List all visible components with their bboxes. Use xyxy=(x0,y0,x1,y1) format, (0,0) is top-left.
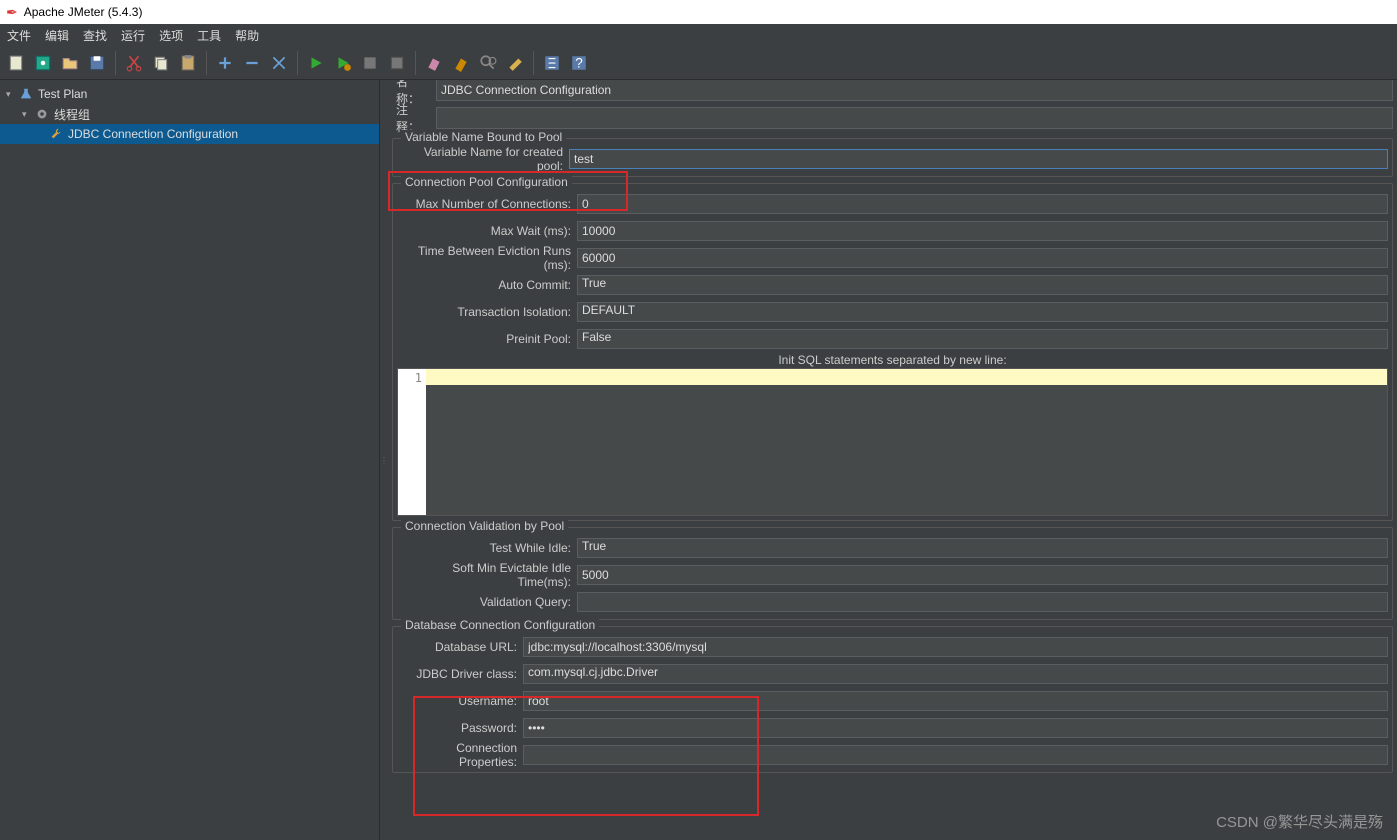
variable-name-section: Variable Name Bound to Pool Variable Nam… xyxy=(392,138,1393,177)
username-input[interactable] xyxy=(523,691,1388,711)
transaction-iso-combo[interactable]: DEFAULT xyxy=(577,302,1388,322)
menu-run[interactable]: 运行 xyxy=(114,27,152,44)
test-while-idle-label: Test While Idle: xyxy=(397,541,577,555)
password-label: Password: xyxy=(397,721,523,735)
section-legend: Connection Validation by Pool xyxy=(401,519,568,533)
password-input[interactable] xyxy=(523,718,1388,738)
auto-commit-combo[interactable]: True xyxy=(577,275,1388,295)
connection-pool-section: Connection Pool Configuration Max Number… xyxy=(392,183,1393,521)
tree-jdbc-config[interactable]: JDBC Connection Configuration xyxy=(0,124,379,144)
init-sql-editor[interactable]: 1 xyxy=(397,368,1388,516)
copy-button[interactable] xyxy=(149,51,173,75)
tree-label: Test Plan xyxy=(38,87,87,101)
tree-panel: ▾ Test Plan ▾ 线程组 JDBC Connection Config… xyxy=(0,80,380,840)
toolbar: ? xyxy=(0,46,1397,80)
menu-tools[interactable]: 工具 xyxy=(190,27,228,44)
title-bar: ✒ Apache JMeter (5.4.3) xyxy=(0,0,1397,24)
max-wait-label: Max Wait (ms): xyxy=(397,224,577,238)
transaction-iso-label: Transaction Isolation: xyxy=(397,305,577,319)
cut-button[interactable] xyxy=(122,51,146,75)
start-no-pause-button[interactable] xyxy=(331,51,355,75)
templates-button[interactable] xyxy=(31,51,55,75)
test-while-idle-combo[interactable]: True xyxy=(577,538,1388,558)
gear-icon xyxy=(34,107,50,121)
username-label: Username: xyxy=(397,694,523,708)
jdbc-driver-combo[interactable]: com.mysql.cj.jdbc.Driver xyxy=(523,664,1388,684)
max-wait-input[interactable] xyxy=(577,221,1388,241)
var-name-input[interactable] xyxy=(569,149,1388,169)
preinit-pool-combo[interactable]: False xyxy=(577,329,1388,349)
expand-button[interactable] xyxy=(213,51,237,75)
max-conn-input[interactable] xyxy=(577,194,1388,214)
splitter[interactable]: ⋮ xyxy=(380,80,388,840)
database-url-input[interactable] xyxy=(523,637,1388,657)
new-button[interactable] xyxy=(4,51,28,75)
clear-button[interactable] xyxy=(422,51,446,75)
editor-gutter: 1 xyxy=(398,369,426,515)
svg-text:?: ? xyxy=(575,55,583,70)
database-connection-section: Database Connection Configuration Databa… xyxy=(392,626,1393,773)
stop-button[interactable] xyxy=(358,51,382,75)
search-button[interactable] xyxy=(476,51,500,75)
jdbc-driver-label: JDBC Driver class: xyxy=(397,667,523,681)
app-icon: ✒ xyxy=(6,4,18,21)
var-name-label: Variable Name for created pool: xyxy=(397,145,569,173)
watermark: CSDN @繁华尽头满是殇 xyxy=(1216,811,1383,832)
soft-min-evict-input[interactable] xyxy=(577,565,1388,585)
section-legend: Database Connection Configuration xyxy=(401,618,599,632)
menu-options[interactable]: 选项 xyxy=(152,27,190,44)
preinit-pool-label: Preinit Pool: xyxy=(397,332,577,346)
name-input[interactable] xyxy=(436,80,1393,101)
database-url-label: Database URL: xyxy=(397,640,523,654)
function-helper-button[interactable] xyxy=(540,51,564,75)
auto-commit-label: Auto Commit: xyxy=(397,278,577,292)
wrench-icon xyxy=(48,127,64,141)
flask-icon xyxy=(18,87,34,101)
tree-test-plan[interactable]: ▾ Test Plan xyxy=(0,84,379,104)
section-legend: Connection Pool Configuration xyxy=(401,175,572,189)
start-button[interactable] xyxy=(304,51,328,75)
validation-query-combo[interactable] xyxy=(577,592,1388,612)
menu-file[interactable]: 文件 xyxy=(0,27,38,44)
validation-query-label: Validation Query: xyxy=(397,595,577,609)
soft-min-evict-label: Soft Min Evictable Idle Time(ms): xyxy=(397,561,577,589)
help-button[interactable]: ? xyxy=(567,51,591,75)
tree-thread-group[interactable]: ▾ 线程组 xyxy=(0,104,379,124)
open-button[interactable] xyxy=(58,51,82,75)
evict-runs-label: Time Between Eviction Runs (ms): xyxy=(397,244,577,272)
reset-search-button[interactable] xyxy=(503,51,527,75)
shutdown-button[interactable] xyxy=(385,51,409,75)
menu-help[interactable]: 帮助 xyxy=(228,27,266,44)
clear-all-button[interactable] xyxy=(449,51,473,75)
window-title: Apache JMeter (5.4.3) xyxy=(24,5,143,19)
content-panel: JDBC Connection Configuration 名称： 注释： Va… xyxy=(388,80,1397,840)
tree-label: JDBC Connection Configuration xyxy=(68,127,238,141)
toggle-button[interactable] xyxy=(267,51,291,75)
menu-edit[interactable]: 编辑 xyxy=(38,27,76,44)
evict-runs-input[interactable] xyxy=(577,248,1388,268)
init-sql-label: Init SQL statements separated by new lin… xyxy=(397,352,1388,368)
menu-search[interactable]: 查找 xyxy=(76,27,114,44)
tree-label: 线程组 xyxy=(54,106,90,123)
save-button[interactable] xyxy=(85,51,109,75)
paste-button[interactable] xyxy=(176,51,200,75)
connection-validation-section: Connection Validation by Pool Test While… xyxy=(392,527,1393,620)
conn-props-label: Connection Properties: xyxy=(397,741,523,769)
section-legend: Variable Name Bound to Pool xyxy=(401,130,566,144)
comments-input[interactable] xyxy=(436,107,1393,129)
menu-bar: 文件 编辑 查找 运行 选项 工具 帮助 xyxy=(0,24,1397,46)
max-conn-label: Max Number of Connections: xyxy=(397,197,577,211)
editor-textarea[interactable] xyxy=(426,369,1387,515)
conn-props-input[interactable] xyxy=(523,745,1388,765)
collapse-button[interactable] xyxy=(240,51,264,75)
